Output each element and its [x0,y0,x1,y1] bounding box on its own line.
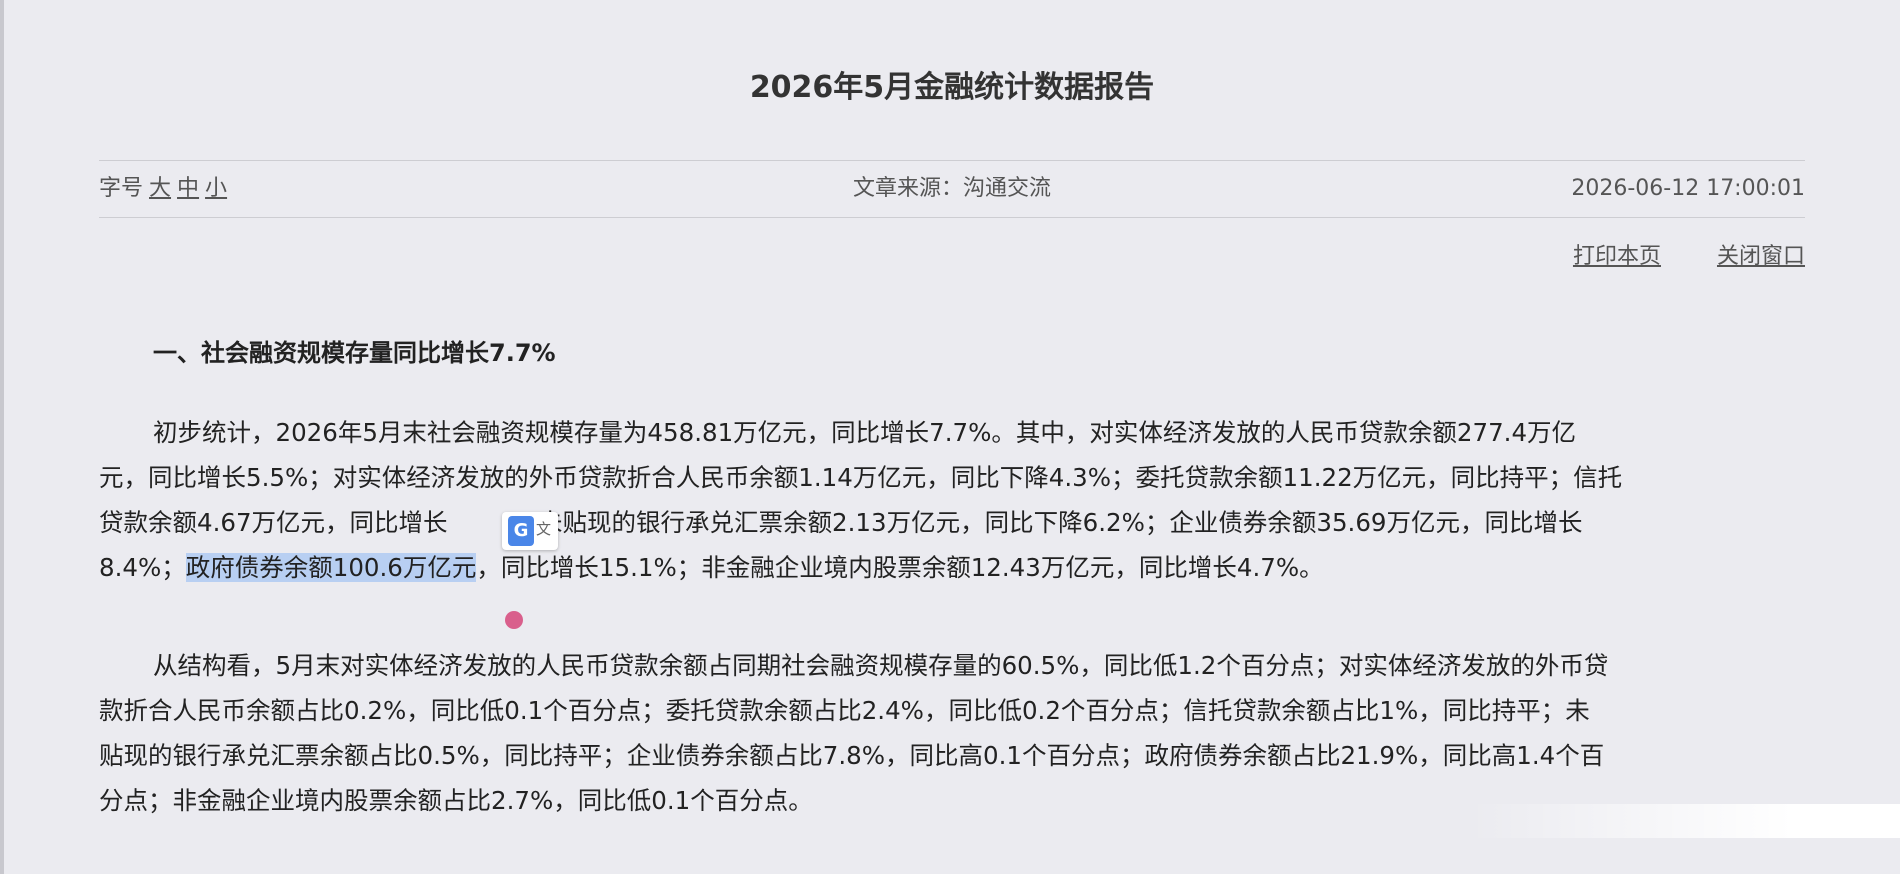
paragraph-1-line: 初步统计，2026年5月末社会融资规模存量为458.81万亿元，同比增长7.7%… [153,418,1577,447]
paragraph-1-text: ；未贴现的银行承兑汇票余额2.13万亿元，同比下降6.2%；企业债券余额35.6… [513,508,1583,537]
paragraph-1-text: 贷款余额4.67万亿元，同比增长 [99,508,448,537]
publish-datetime: 2026-06-12 17:00:01 [1571,176,1805,201]
article-source: 文章来源：沟通交流 [852,176,1051,201]
page-title: 2026年5月金融统计数据报告 [749,70,1155,105]
paragraph-1: 初步统计，2026年5月末社会融资规模存量为458.81万亿元，同比增长7.7%… [99,410,1805,590]
top-divider [99,160,1805,161]
paragraph-1-line: 贷款余额4.67万亿元，同比增长 ；未贴现的银行承兑汇票余额2.13万亿元，同比下… [99,500,1805,545]
paragraph-2-line: 从结构看，5月末对实体经济发放的人民币贷款余额占同期社会融资规模存量的60.5%… [153,651,1609,680]
section-heading: 一、社会融资规模存量同比增长7.7% [153,339,556,367]
google-translate-icon: G [508,516,534,546]
article-meta-row: 字号大中小 文章来源：沟通交流 2026-06-12 17:00:01 [99,174,1805,204]
meta-divider [99,217,1805,218]
article-page: 2026年5月金融统计数据报告 字号大中小 文章来源：沟通交流 2026-06-… [99,0,1805,874]
page-actions: 打印本页 关闭窗口 [1517,242,1805,272]
selection-handle-pin[interactable] [505,611,523,629]
paragraph-1-line: 元，同比增长5.5%；对实体经济发放的外币贷款折合人民币余额1.14万亿元，同比… [99,463,1623,492]
window-left-edge [0,0,4,874]
paragraph-1-line: 8.4%；政府债券余额100.6万亿元，同比增长15.1%；非金融企业境内股票余… [99,545,1805,590]
paragraph-1-text: 8.4%； [99,553,186,582]
paragraph-2-line: 贴现的银行承兑汇票余额占比0.5%，同比持平；企业债券余额占比7.8%，同比高0… [99,741,1605,770]
watermark-fade [1470,804,1900,838]
paragraph-2: 从结构看，5月末对实体经济发放的人民币贷款余额占同期社会融资规模存量的60.5%… [99,643,1805,823]
close-window-link[interactable]: 关闭窗口 [1717,244,1805,269]
google-translate-popup-button[interactable]: G 文 [502,512,558,550]
print-page-link[interactable]: 打印本页 [1573,244,1661,269]
paragraph-1-text: ，同比增长15.1%；非金融企业境内股票余额12.43万亿元，同比增长4.7%。 [476,553,1324,582]
selected-text-highlight[interactable]: 政府债券余额100.6万亿元 [185,553,477,582]
paragraph-2-line: 款折合人民币余额占比0.2%，同比低0.1个百分点；委托贷款余额占比2.4%，同… [99,696,1590,725]
translate-wen-glyph: 文 [536,520,552,538]
